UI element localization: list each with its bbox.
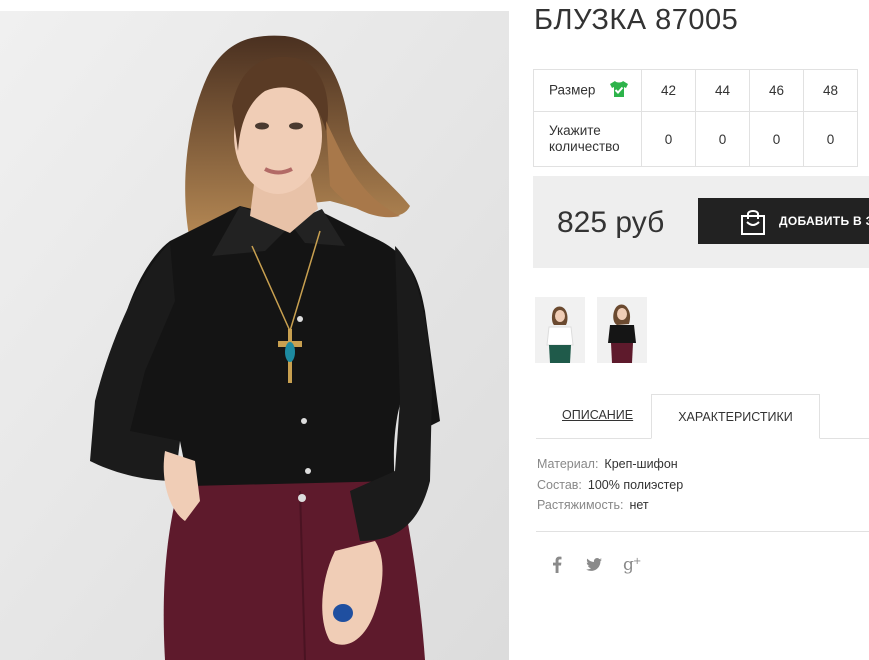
thumbnail-white-blouse[interactable] xyxy=(535,297,585,363)
size-option[interactable]: 46 xyxy=(749,69,804,112)
quantity-input[interactable]: 0 xyxy=(695,111,750,167)
tshirt-check-icon[interactable] xyxy=(609,80,629,102)
price-block: 825 руб ДОБАВИТЬ В З xyxy=(533,176,869,268)
quantity-label-line2: количество xyxy=(549,139,620,154)
size-option[interactable]: 44 xyxy=(695,69,750,112)
tab-description[interactable]: ОПИСАНИЕ xyxy=(562,408,633,422)
share-divider xyxy=(536,531,869,532)
spec-value: 100% полиэстер xyxy=(587,477,684,492)
twitter-icon[interactable] xyxy=(586,558,602,576)
quantity-input[interactable]: 0 xyxy=(803,111,858,167)
thumbnail-black-blouse[interactable] xyxy=(597,297,647,363)
product-main-photo[interactable] xyxy=(0,11,509,660)
product-price: 825 руб xyxy=(557,206,665,239)
characteristics-list: Материал: Креп-шифон Состав: 100% полиэсте… xyxy=(537,457,683,519)
quantity-row: Укажите количество 0 0 0 0 xyxy=(533,111,858,167)
size-option[interactable]: 48 xyxy=(803,69,858,112)
spec-value: нет xyxy=(629,498,649,512)
google-plus-icon[interactable]: g + xyxy=(623,554,643,579)
size-option[interactable]: 42 xyxy=(641,69,696,112)
tab-characteristics[interactable]: ХАРАКТЕРИСТИКИ xyxy=(651,394,820,439)
add-to-cart-button[interactable]: ДОБАВИТЬ В З xyxy=(698,198,869,244)
quantity-input[interactable]: 0 xyxy=(641,111,696,167)
add-to-cart-label: ДОБАВИТЬ В З xyxy=(779,214,869,228)
spec-key: Состав: xyxy=(537,477,582,492)
shopping-bag-icon xyxy=(739,208,767,239)
quantity-label-line1: Укажите xyxy=(549,123,601,138)
size-label: Размер xyxy=(549,82,596,98)
svg-text:+: + xyxy=(633,556,641,567)
quantity-input[interactable]: 0 xyxy=(749,111,804,167)
spec-row: Состав: 100% полиэстер xyxy=(537,478,683,499)
spec-key: Материал: xyxy=(537,457,599,471)
spec-value: Креп-шифон xyxy=(604,457,678,471)
size-table: Размер 42 44 46 48 Укажите количество 0 … xyxy=(533,69,858,167)
size-label-cell: Размер xyxy=(533,69,642,112)
spec-row: Материал: Креп-шифон xyxy=(537,457,683,478)
spec-key: Растяжимость: xyxy=(537,498,624,512)
quantity-label-cell: Укажите количество xyxy=(533,111,642,167)
size-row: Размер 42 44 46 48 xyxy=(533,69,858,112)
spec-row: Растяжимость: нет xyxy=(537,498,683,519)
product-title: БЛУЗКА 87005 xyxy=(534,4,739,36)
facebook-icon[interactable] xyxy=(552,556,562,578)
